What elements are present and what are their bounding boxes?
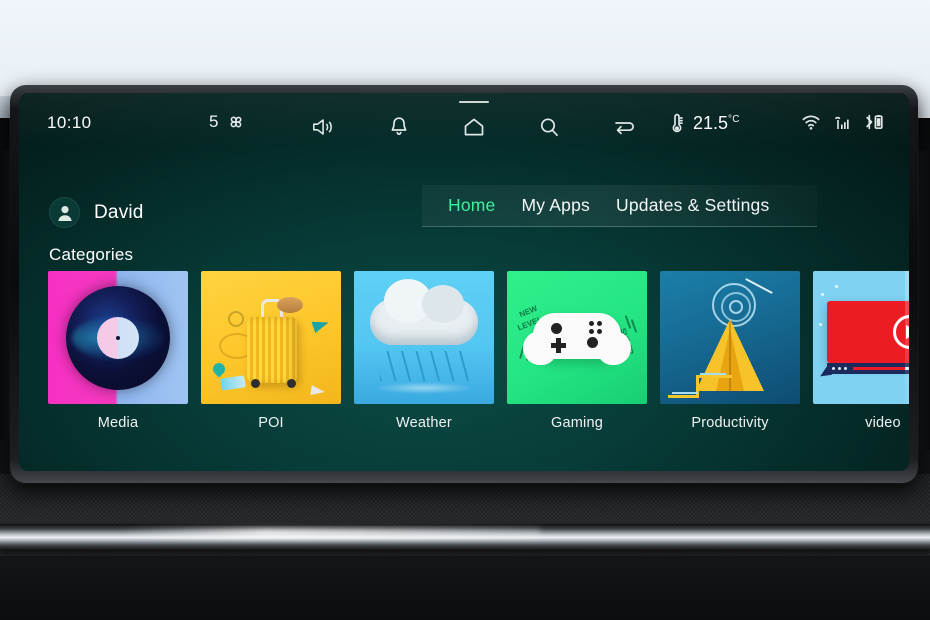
temperature-value: 21.5°C bbox=[693, 112, 740, 133]
category-tile-poi[interactable]: POI bbox=[201, 271, 341, 456]
tab-home[interactable]: Home bbox=[448, 195, 495, 216]
fan-speed-value: 5 bbox=[209, 112, 219, 131]
display-bezel: 10:10 5 21.5°C David Home My Apps Update… bbox=[10, 85, 918, 483]
wifi-icon[interactable] bbox=[801, 113, 821, 131]
game-controller-icon: NEW LEVEL SUPER bbox=[507, 271, 647, 404]
volume-icon bbox=[311, 115, 337, 139]
clock: 10:10 bbox=[47, 113, 92, 132]
tile-rail-scrollbar[interactable] bbox=[905, 271, 909, 404]
car-dashboard: 10:10 5 21.5°C David Home My Apps Update… bbox=[0, 0, 930, 620]
tab-updates-settings[interactable]: Updates & Settings bbox=[616, 195, 769, 216]
cellular-signal-icon[interactable] bbox=[832, 113, 852, 131]
tile-label-productivity: Productivity bbox=[691, 415, 769, 431]
tab-my-apps[interactable]: My Apps bbox=[521, 195, 590, 216]
active-tab-indicator bbox=[459, 101, 489, 103]
thermometer-icon bbox=[669, 111, 685, 135]
vinyl-record-icon bbox=[48, 271, 188, 404]
status-bar-right-icons bbox=[801, 113, 885, 131]
user-name: David bbox=[94, 201, 144, 223]
tile-label-poi: POI bbox=[258, 415, 284, 431]
tile-art-video[interactable] bbox=[813, 271, 909, 404]
chrome-highlight bbox=[120, 528, 540, 538]
volume-button[interactable] bbox=[304, 107, 344, 147]
notification-bell-icon bbox=[387, 115, 411, 139]
tile-label-video: video bbox=[865, 415, 901, 431]
tile-label-weather: Weather bbox=[396, 415, 452, 431]
user-profile[interactable]: David bbox=[49, 197, 144, 228]
back-icon bbox=[610, 115, 638, 139]
category-tile-video[interactable]: video bbox=[813, 271, 909, 456]
category-tile-productivity[interactable]: Productivity bbox=[660, 271, 800, 456]
home-button[interactable] bbox=[454, 101, 494, 147]
air-vent-area bbox=[0, 556, 930, 620]
category-tile-gaming[interactable]: NEW LEVEL SUPER bbox=[507, 271, 647, 456]
tile-label-gaming: Gaming bbox=[551, 415, 603, 431]
paper-plane-target-icon bbox=[660, 271, 800, 404]
cabin-temperature[interactable]: 21.5°C bbox=[669, 111, 740, 135]
fan-control[interactable]: 5 bbox=[209, 111, 247, 133]
search-icon bbox=[537, 115, 561, 139]
suitcase-icon bbox=[201, 271, 341, 404]
rain-cloud-icon bbox=[354, 271, 494, 404]
status-bar-center-icons bbox=[304, 101, 644, 147]
back-button[interactable] bbox=[604, 107, 644, 147]
main-nav-tabs: Home My Apps Updates & Settings bbox=[422, 185, 817, 227]
tile-art-media[interactable] bbox=[48, 271, 188, 404]
categories-tile-rail[interactable]: Media POI Weather NEW LEVEL Gaming Produ… bbox=[48, 271, 909, 456]
category-tile-weather[interactable]: Weather bbox=[354, 271, 494, 456]
status-bar: 10:10 5 21.5°C bbox=[19, 93, 909, 159]
category-tile-media[interactable]: Media bbox=[48, 271, 188, 456]
fan-icon bbox=[225, 111, 247, 133]
tile-label-media: Media bbox=[97, 415, 139, 431]
search-button[interactable] bbox=[529, 107, 569, 147]
tile-art-productivity[interactable] bbox=[660, 271, 800, 404]
tile-art-poi[interactable] bbox=[201, 271, 341, 404]
categories-heading: Categories bbox=[49, 245, 134, 264]
notifications-button[interactable] bbox=[379, 107, 419, 147]
infotainment-screen[interactable]: 10:10 5 21.5°C David Home My Apps Update… bbox=[19, 93, 909, 471]
video-player-icon bbox=[813, 271, 909, 404]
bluetooth-battery-icon[interactable] bbox=[863, 113, 885, 131]
tile-art-gaming[interactable]: NEW LEVEL SUPER bbox=[507, 271, 647, 404]
home-icon bbox=[461, 115, 487, 139]
tile-art-weather[interactable] bbox=[354, 271, 494, 404]
avatar bbox=[49, 197, 80, 228]
